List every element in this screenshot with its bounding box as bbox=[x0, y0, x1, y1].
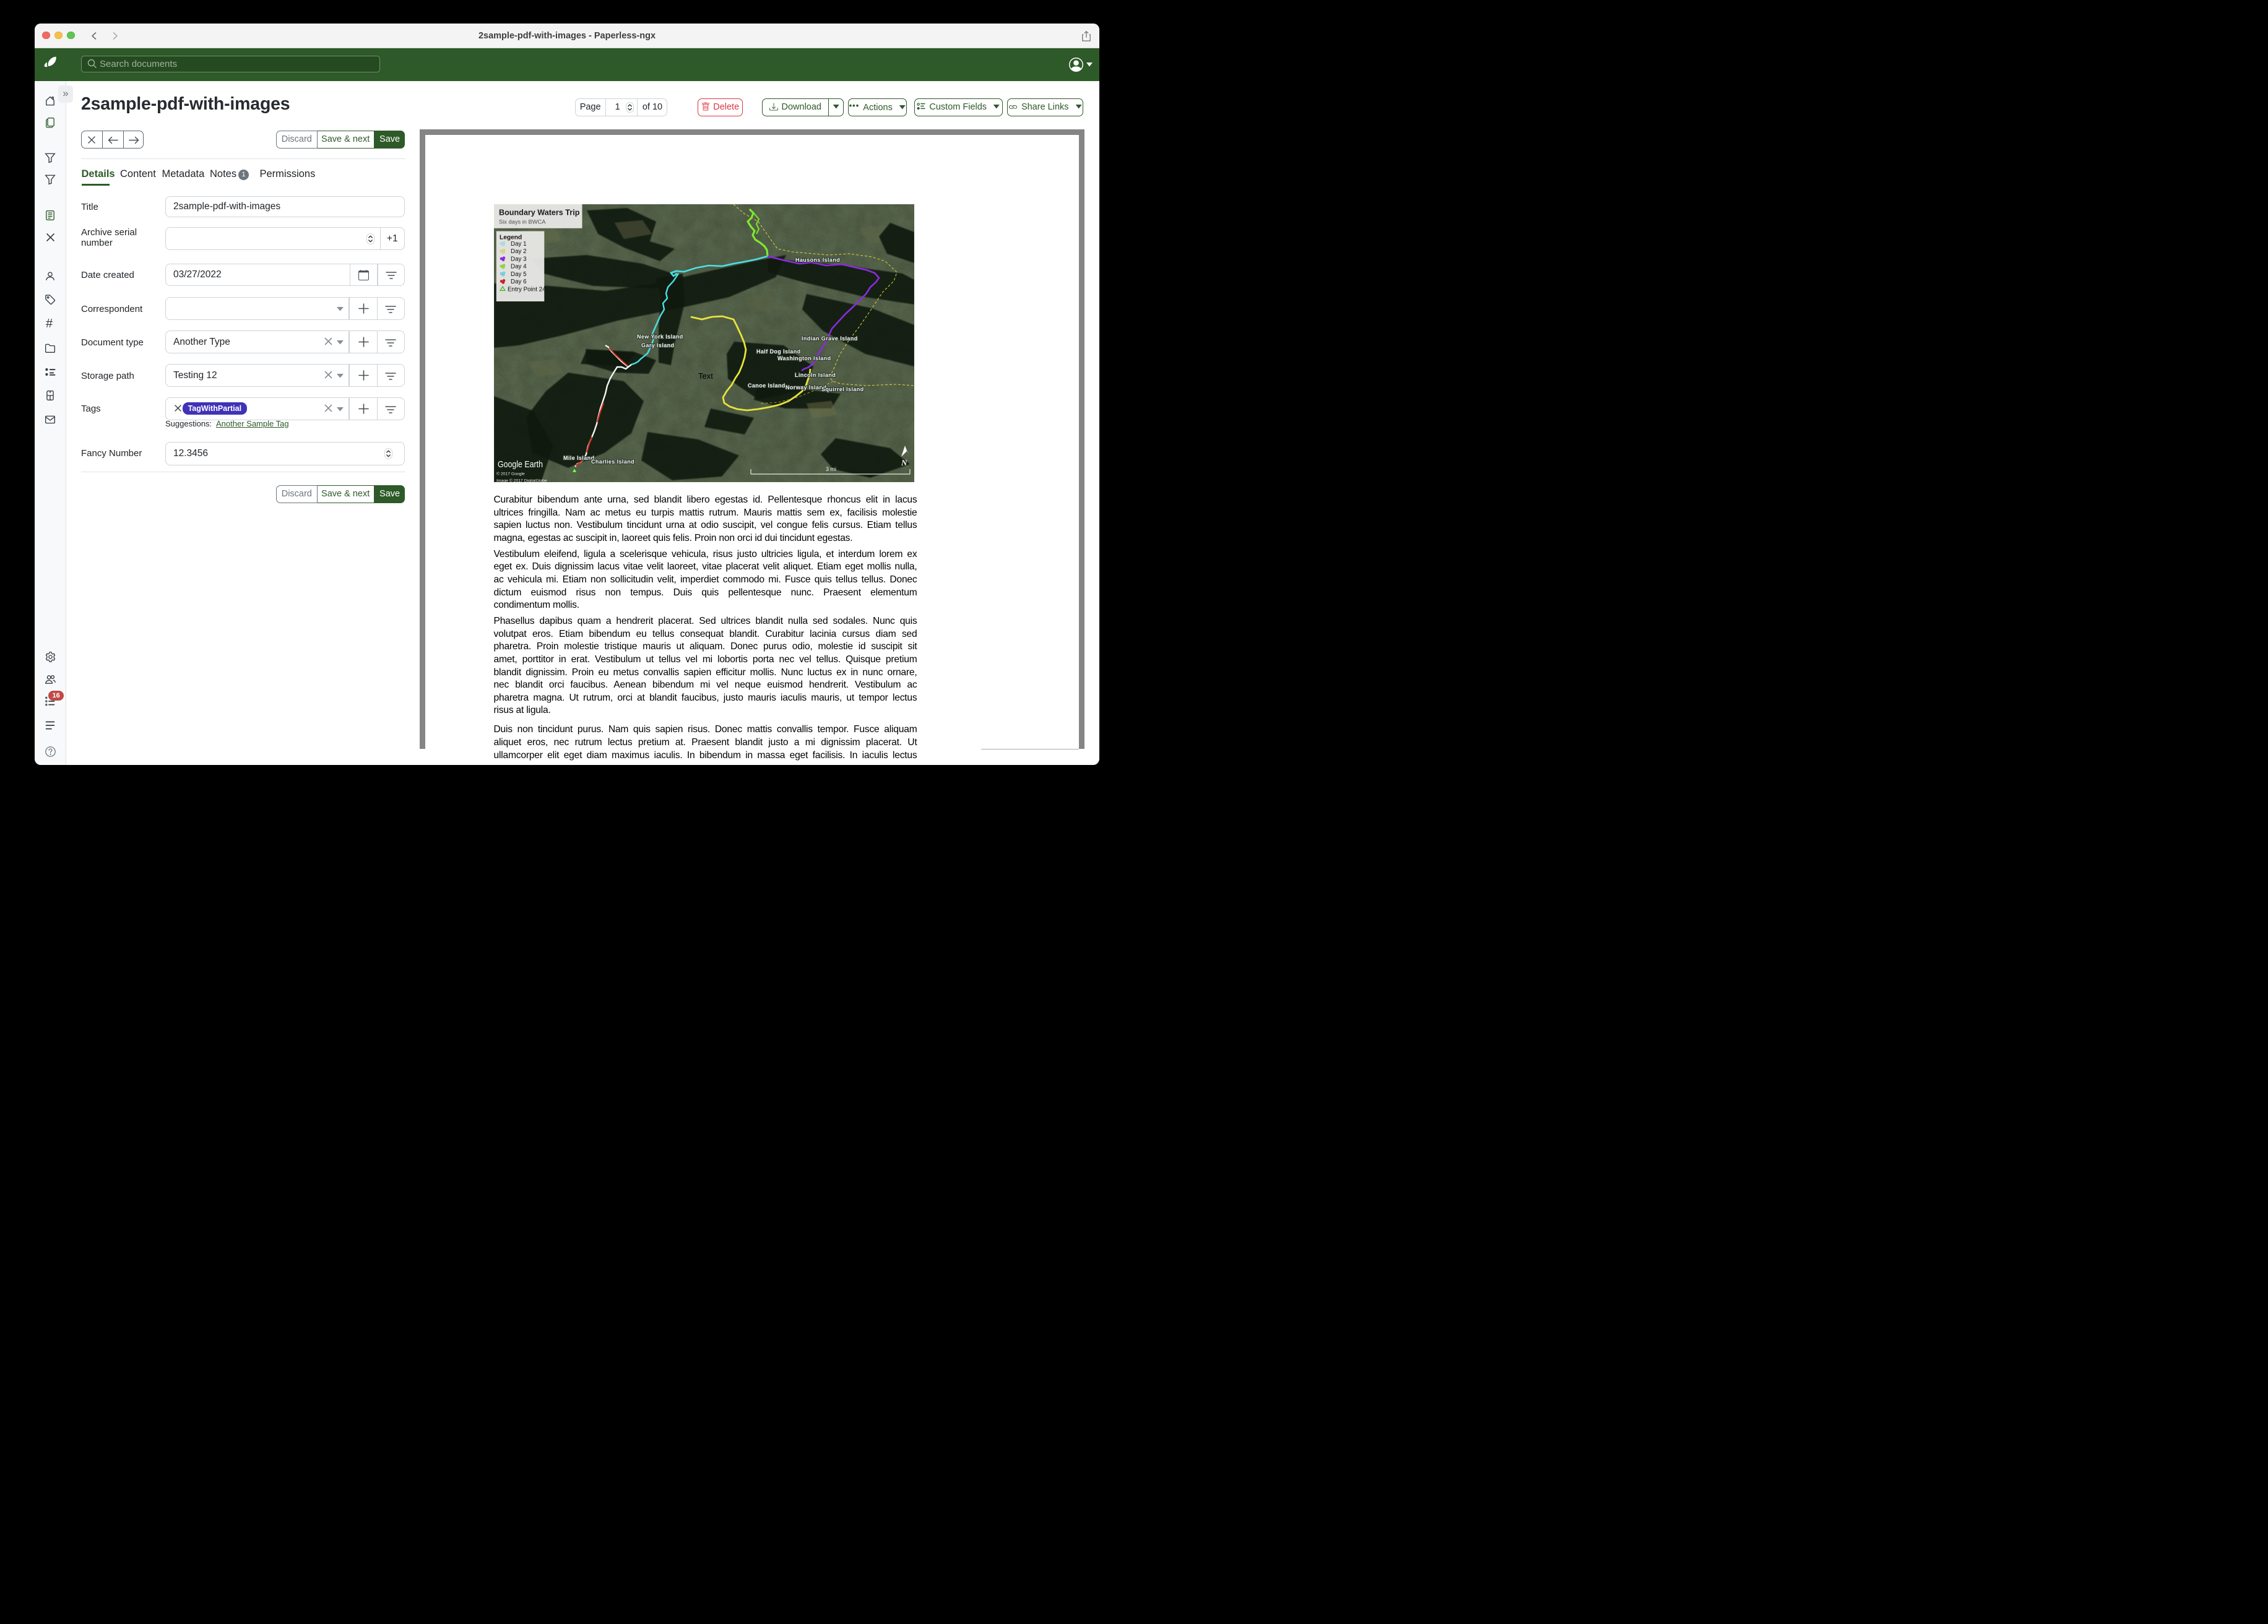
svg-text:Google Earth: Google Earth bbox=[498, 459, 543, 470]
svg-text:Washington Island: Washington Island bbox=[777, 355, 831, 361]
svg-text:Squirrel Island: Squirrel Island bbox=[821, 386, 864, 392]
svg-text:Day 1: Day 1 bbox=[511, 241, 527, 248]
svg-text:Day 5: Day 5 bbox=[511, 271, 527, 278]
svg-text:Mile Island: Mile Island bbox=[563, 455, 594, 461]
svg-text:Day 2: Day 2 bbox=[511, 248, 527, 255]
svg-text:Boundary Waters Trip: Boundary Waters Trip bbox=[499, 209, 580, 217]
svg-text:Image © 2017 DigitalGlobe: Image © 2017 DigitalGlobe bbox=[496, 478, 547, 483]
svg-text:N: N bbox=[901, 458, 907, 467]
svg-text:© 2017 Google: © 2017 Google bbox=[496, 472, 525, 477]
svg-text:Day 4: Day 4 bbox=[511, 264, 527, 270]
svg-text:Norway Island: Norway Island bbox=[786, 384, 826, 391]
svg-text:Day 6: Day 6 bbox=[511, 279, 527, 285]
svg-text:Indian Grave Island: Indian Grave Island bbox=[802, 335, 858, 342]
svg-text:Day 3: Day 3 bbox=[511, 256, 527, 262]
svg-text:New York Island: New York Island bbox=[637, 334, 683, 340]
svg-text:Text: Text bbox=[698, 371, 713, 381]
svg-text:Half Dog Island: Half Dog Island bbox=[756, 348, 801, 355]
svg-text:Gary Island: Gary Island bbox=[641, 342, 674, 348]
svg-text:3 mi: 3 mi bbox=[826, 466, 836, 472]
svg-text:Charlies Island: Charlies Island bbox=[591, 459, 634, 465]
svg-text:Entry Point 24: Entry Point 24 bbox=[508, 287, 546, 293]
svg-text:Legend: Legend bbox=[500, 235, 522, 241]
svg-text:Lincoln Island: Lincoln Island bbox=[795, 372, 836, 378]
svg-text:Hausons Island: Hausons Island bbox=[795, 257, 840, 263]
svg-text:Canoe Island: Canoe Island bbox=[748, 382, 786, 389]
svg-text:Six days in BWCA: Six days in BWCA bbox=[499, 219, 546, 225]
